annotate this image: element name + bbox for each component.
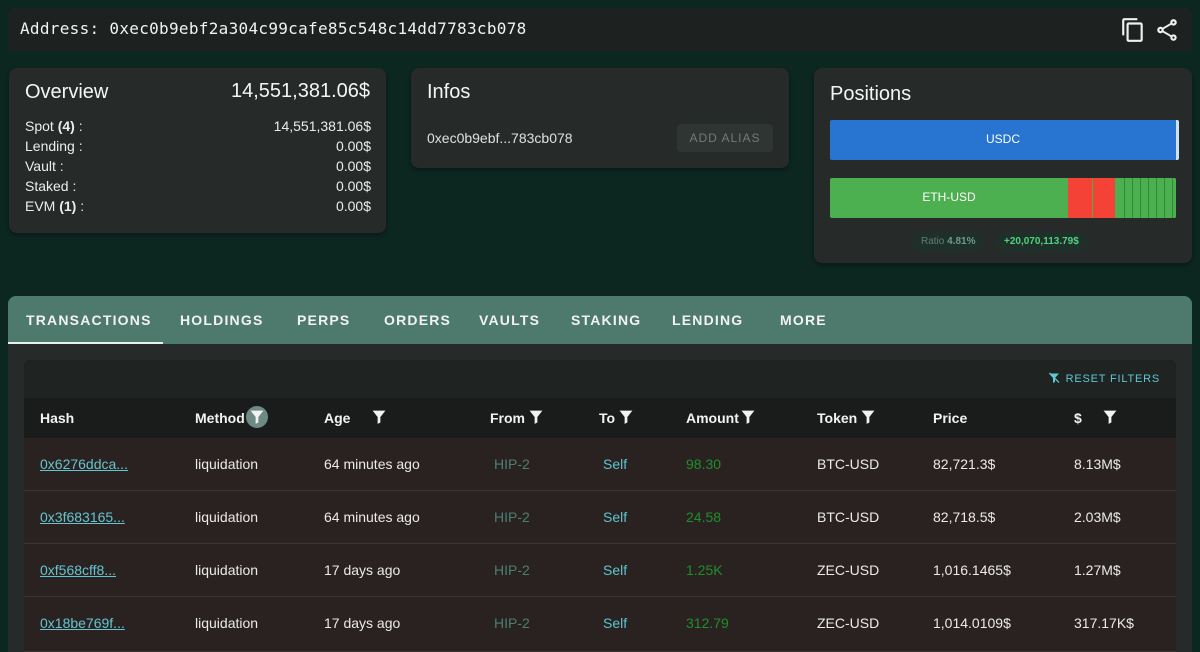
header-price: Price bbox=[933, 410, 968, 426]
tx-from[interactable]: HIP-2 bbox=[494, 562, 530, 578]
amount-filter-icon[interactable] bbox=[737, 406, 759, 428]
positions-card: Positions USDC ETH-USD Ratio 4.81% +20,0… bbox=[814, 68, 1192, 263]
table-header: Hash Method Age From To Amount Token Pri… bbox=[24, 398, 1176, 438]
table-row: 0x18be769f... liquidation 17 days ago HI… bbox=[24, 597, 1176, 652]
overview-card: Overview 14,551,381.06$ Spot (4) : 14,55… bbox=[9, 68, 386, 233]
overview-row-vault: Vault : 0.00$ bbox=[25, 158, 371, 174]
tab-bar: TRANSACTIONS HOLDINGS PERPS ORDERS VAULT… bbox=[8, 296, 1192, 344]
tx-usd-value: 317.17K$ bbox=[1074, 615, 1134, 631]
table-row: 0xf568cff8... liquidation 17 days ago HI… bbox=[24, 544, 1176, 597]
tab-perps[interactable]: PERPS bbox=[297, 296, 350, 344]
tx-token: ZEC-USD bbox=[817, 562, 880, 578]
short-segment bbox=[1093, 178, 1115, 218]
infos-short-address: 0xec0b9ebf...783cb078 bbox=[427, 130, 573, 146]
tx-hash-link[interactable]: 0x18be769f... bbox=[40, 615, 125, 631]
share-icon[interactable] bbox=[1154, 17, 1180, 43]
header-amount: Amount bbox=[686, 410, 739, 426]
reset-filters-button[interactable]: RESET FILTERS bbox=[1048, 372, 1160, 385]
tx-amount: 1.25K bbox=[686, 562, 723, 578]
tx-hash-link[interactable]: 0x3f683165... bbox=[40, 509, 125, 525]
table-row: 0x3f683165... liquidation 64 minutes ago… bbox=[24, 491, 1176, 544]
tx-usd-value: 2.03M$ bbox=[1074, 509, 1121, 525]
overview-row-spot: Spot (4) : 14,551,381.06$ bbox=[25, 118, 371, 134]
header-usd: $ bbox=[1074, 410, 1082, 426]
tx-method: liquidation bbox=[195, 615, 259, 631]
overview-row-evm: EVM (1) : 0.00$ bbox=[25, 198, 371, 214]
pnl-badge: +20,070,113.79$ bbox=[996, 232, 1087, 252]
tx-token: BTC-USD bbox=[817, 509, 880, 525]
tx-from[interactable]: HIP-2 bbox=[494, 615, 530, 631]
tx-age: 17 days ago bbox=[324, 562, 401, 578]
add-alias-button[interactable]: ADD ALIAS bbox=[677, 124, 773, 152]
tx-hash-link[interactable]: 0xf568cff8... bbox=[40, 562, 116, 578]
overview-title: Overview bbox=[25, 81, 109, 103]
tx-method: liquidation bbox=[195, 562, 259, 578]
tx-token: ZEC-USD bbox=[817, 615, 880, 631]
tab-holdings[interactable]: HOLDINGS bbox=[180, 296, 264, 344]
ratio-badge: Ratio 4.81% bbox=[913, 232, 984, 252]
header-to: To bbox=[599, 410, 616, 426]
header-token: Token bbox=[817, 410, 858, 426]
tx-amount: 312.79 bbox=[686, 615, 729, 631]
tx-age: 17 days ago bbox=[324, 615, 401, 631]
tx-to[interactable]: Self bbox=[603, 562, 627, 578]
filter-off-icon bbox=[1048, 372, 1060, 383]
tab-transactions[interactable]: TRANSACTIONS bbox=[8, 296, 163, 344]
tab-vaults[interactable]: VAULTS bbox=[479, 296, 540, 344]
tx-price: 1,016.1465$ bbox=[933, 562, 1011, 578]
tab-orders[interactable]: ORDERS bbox=[384, 296, 451, 344]
method-filter-icon[interactable] bbox=[246, 406, 268, 428]
tx-to[interactable]: Self bbox=[603, 456, 627, 472]
header-hash: Hash bbox=[40, 410, 75, 426]
header-method: Method bbox=[195, 410, 245, 426]
transactions-panel: TRANSACTIONS HOLDINGS PERPS ORDERS VAULT… bbox=[8, 296, 1192, 652]
table-row: 0x6276ddca... liquidation 64 minutes ago… bbox=[24, 438, 1176, 491]
tx-amount: 24.58 bbox=[686, 509, 722, 525]
tx-age: 64 minutes ago bbox=[324, 509, 420, 525]
to-filter-icon[interactable] bbox=[615, 406, 637, 428]
tx-from[interactable]: HIP-2 bbox=[494, 456, 530, 472]
header-age: Age bbox=[324, 410, 351, 426]
overview-total: 14,551,381.06$ bbox=[230, 80, 370, 102]
tx-to[interactable]: Self bbox=[603, 509, 627, 525]
address-text: Address: 0xec0b9ebf2a304c99cafe85c548c14… bbox=[20, 19, 527, 38]
usd-filter-icon[interactable] bbox=[1099, 406, 1121, 428]
tx-to[interactable]: Self bbox=[603, 615, 627, 631]
positions-title: Positions bbox=[830, 83, 912, 105]
age-filter-icon[interactable] bbox=[368, 406, 390, 428]
eth-usd-position-label: ETH-USD bbox=[922, 190, 976, 204]
tab-staking[interactable]: STAKING bbox=[571, 296, 641, 344]
tx-method: liquidation bbox=[195, 509, 259, 525]
usdc-position-label: USDC bbox=[985, 132, 1020, 146]
tx-price: 82,721.3$ bbox=[933, 456, 996, 472]
infos-card: Infos 0xec0b9ebf...783cb078 ADD ALIAS bbox=[411, 68, 789, 168]
tx-from[interactable]: HIP-2 bbox=[494, 509, 530, 525]
usdc-position-bar[interactable]: USDC bbox=[830, 120, 1179, 160]
short-segment bbox=[1068, 178, 1092, 218]
transactions-table: RESET FILTERS Hash Method Age From To Am… bbox=[24, 360, 1176, 652]
tx-price: 1,014.0109$ bbox=[933, 615, 1011, 631]
tx-usd-value: 1.27M$ bbox=[1074, 562, 1121, 578]
tx-method: liquidation bbox=[195, 456, 259, 472]
eth-usd-position-bar[interactable]: ETH-USD bbox=[830, 178, 1176, 218]
tx-usd-value: 8.13M$ bbox=[1074, 456, 1121, 472]
header-from: From bbox=[490, 410, 525, 426]
overview-row-staked: Staked : 0.00$ bbox=[25, 178, 371, 194]
tab-more[interactable]: MORE bbox=[780, 296, 827, 344]
copy-icon[interactable] bbox=[1120, 17, 1146, 43]
tx-hash-link[interactable]: 0x6276ddca... bbox=[40, 456, 128, 472]
from-filter-icon[interactable] bbox=[525, 406, 547, 428]
infos-title: Infos bbox=[427, 81, 471, 103]
tx-amount: 98.30 bbox=[686, 456, 722, 472]
long-segments bbox=[1117, 178, 1176, 218]
tab-lending[interactable]: LENDING bbox=[672, 296, 743, 344]
address-bar: Address: 0xec0b9ebf2a304c99cafe85c548c14… bbox=[8, 8, 1192, 51]
token-filter-icon[interactable] bbox=[857, 406, 879, 428]
tx-token: BTC-USD bbox=[817, 456, 880, 472]
tx-age: 64 minutes ago bbox=[324, 456, 420, 472]
overview-row-lending: Lending : 0.00$ bbox=[25, 138, 371, 154]
tx-price: 82,718.5$ bbox=[933, 509, 996, 525]
